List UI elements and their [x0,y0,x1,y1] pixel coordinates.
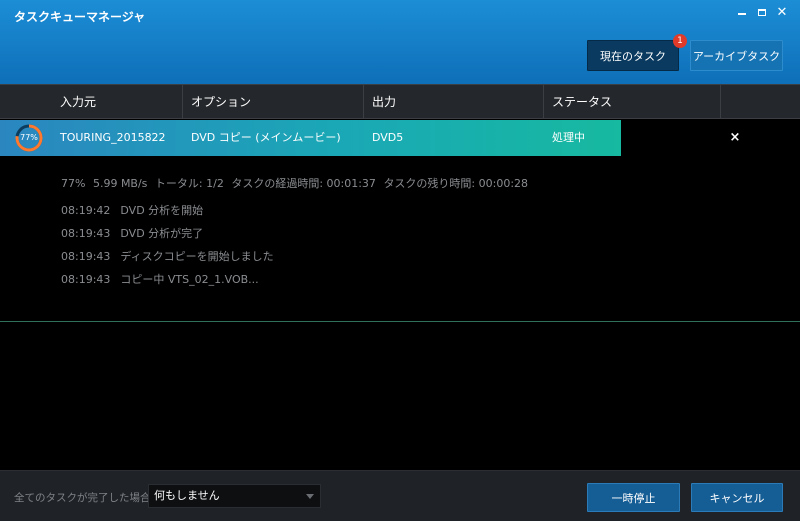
log-line: 08:19:43 DVD 分析が完了 [61,225,203,241]
log-time: 08:19:43 [61,227,111,240]
window-title: タスクキューマネージャ [14,10,146,24]
task-table-header: 入力元 オプション 出力 ステータス [0,84,800,119]
minimize-icon [738,13,746,15]
log-time: 08:19:42 [61,204,111,217]
on-complete-label: 全てのタスクが完了した場合: [14,492,155,504]
log-message: DVD 分析を開始 [120,204,204,217]
current-tasks-button[interactable]: 現在のタスク [587,40,679,71]
task-row[interactable]: 77% TOURING_2015822 DVD コピー (メインムービー) DV… [0,120,800,156]
title-bar: タスクキューマネージャ ✕ 現在のタスク 1 アーカイブタスク [0,0,800,84]
log-line: 08:19:42 DVD 分析を開始 [61,202,203,218]
column-header-option: オプション [191,95,252,109]
task-status: 処理中 [552,131,585,144]
remove-task-icon[interactable]: × [727,120,743,156]
progress-percent-label: 77% [20,133,38,142]
log-message: DVD 分析が完了 [120,227,204,240]
pause-button-label: 一時停止 [611,491,656,505]
task-details-panel: 77% 5.99 MB/s トータル: 1/2 タスクの経過時間: 00:01:… [0,156,800,322]
cancel-button-label: キャンセル [709,491,765,505]
stats-remaining: タスクの残り時間: 00:00:28 [383,177,529,190]
task-source: TOURING_2015822 [60,131,166,144]
column-header-output: 出力 [372,95,397,109]
maximize-button[interactable] [752,3,772,21]
stats-elapsed: タスクの経過時間: 00:01:37 [231,177,376,190]
stats-speed: 5.99 MB/s [92,177,148,190]
column-header-status: ステータス [552,95,613,109]
cancel-button[interactable]: キャンセル [691,483,783,512]
column-header-source: 入力元 [60,95,97,109]
log-message: コピー中 VTS_02_1.VOB... [120,273,259,286]
log-line: 08:19:43 ディスクコピーを開始しました [61,248,274,264]
stats-total: トータル: 1/2 [154,177,224,190]
log-line: 08:19:43 コピー中 VTS_02_1.VOB... [61,271,259,287]
archive-tasks-label: アーカイブタスク [692,49,781,63]
on-complete-select-value: 何もしません [154,489,220,502]
task-option: DVD コピー (メインムービー) [191,131,341,144]
task-output: DVD5 [372,131,404,144]
task-list-empty-area [0,323,800,470]
close-button[interactable]: ✕ [772,3,792,21]
task-stats: 77% 5.99 MB/s トータル: 1/2 タスクの経過時間: 00:01:… [61,175,532,191]
log-message: ディスクコピーを開始しました [120,250,274,263]
chevron-down-icon [306,494,314,499]
task-count-badge: 1 [673,34,687,48]
on-complete-select[interactable]: 何もしません [148,484,321,508]
log-time: 08:19:43 [61,250,111,263]
maximize-icon [758,8,766,16]
current-tasks-label: 現在のタスク [600,49,666,63]
pause-button[interactable]: 一時停止 [587,483,680,512]
archive-tasks-button[interactable]: アーカイブタスク [690,40,783,71]
minimize-button[interactable] [732,3,752,21]
close-icon: ✕ [776,4,788,20]
footer-bar: 全てのタスクが完了した場合: 何もしません 一時停止 キャンセル [0,470,800,521]
stats-percent: 77% [61,177,86,190]
log-time: 08:19:43 [61,273,111,286]
column-divider [720,85,721,119]
